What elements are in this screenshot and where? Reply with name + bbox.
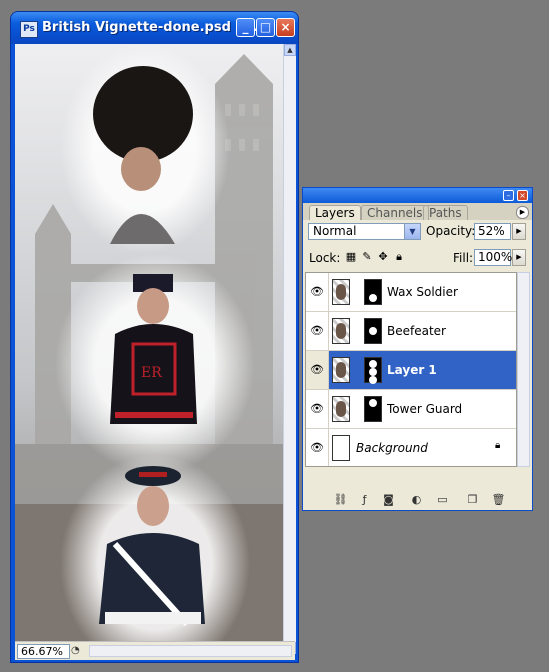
tab-paths[interactable]: Paths [423, 205, 468, 220]
layer-thumbnail [332, 318, 350, 344]
layer-thumbnail [332, 279, 350, 305]
document-title: British Vignette-done.psd @... [42, 20, 264, 35]
tab-layers[interactable]: Layers [309, 205, 361, 220]
lock-transparency-icon[interactable]: ▦ [345, 250, 357, 263]
lock-image-icon[interactable]: ✎ [361, 250, 373, 263]
palette-tabs: Layers Channels Paths ▶ [303, 203, 532, 220]
close-icon: × [280, 20, 291, 34]
adjustment-layer-icon[interactable]: ◐ [409, 493, 424, 507]
maximize-button[interactable]: □ [256, 18, 275, 37]
image-canvas[interactable]: ER [15, 44, 283, 654]
horizontal-scrollbar[interactable] [89, 645, 292, 657]
layer-name: Wax Soldier [387, 285, 458, 299]
new-group-icon[interactable]: ▭ [435, 493, 450, 507]
layer-name: Tower Guard [387, 402, 463, 416]
blend-mode-value: Normal [313, 224, 357, 238]
photoshop-app-icon[interactable]: Ps [20, 21, 38, 38]
layer-mask-thumbnail[interactable] [364, 279, 382, 305]
trash-icon[interactable]: 🗑︎ [491, 493, 506, 507]
palette-menu-icon[interactable]: ▶ [516, 206, 529, 219]
opacity-slider-button[interactable]: ▶ [512, 223, 526, 240]
document-title-bar[interactable]: Ps British Vignette-done.psd @... _ □ × [11, 12, 298, 44]
layer-thumbnail [332, 396, 350, 422]
eye-icon[interactable]: 👁︎ [306, 273, 329, 311]
status-bar: 66.67% ◔ [15, 641, 295, 660]
layer-name: Layer 1 [387, 363, 437, 377]
layer-row-layer-1[interactable]: 👁︎ Layer 1 [306, 351, 516, 390]
scroll-up-icon[interactable]: ▲ [284, 44, 296, 56]
layer-name: Beefeater [387, 324, 446, 338]
maximize-icon: □ [259, 20, 272, 34]
lock-icon: 🔒︎ [495, 440, 501, 451]
status-menu-icon[interactable]: ◔ [71, 644, 85, 657]
eye-icon[interactable]: 👁︎ [306, 390, 329, 428]
opacity-label: Opacity: [426, 224, 476, 238]
close-button[interactable]: × [276, 18, 295, 37]
layer-mask-thumbnail[interactable] [364, 396, 382, 422]
add-mask-icon[interactable]: ◙ [381, 493, 396, 507]
vignette-composite-image: ER [15, 44, 283, 654]
opacity-field[interactable]: 52% [474, 223, 511, 240]
layer-row-wax-soldier[interactable]: 👁︎ Wax Soldier [306, 273, 516, 312]
minimize-button[interactable]: _ [236, 18, 255, 37]
layer-row-background[interactable]: 👁︎ Background 🔒︎ [306, 429, 516, 466]
palette-close-icon[interactable]: × [517, 190, 528, 201]
layer-name: Background [356, 441, 428, 455]
eye-icon[interactable]: 👁︎ [306, 351, 329, 389]
layer-thumbnail [332, 435, 350, 461]
link-icon[interactable]: ⛓ [333, 493, 348, 507]
svg-text:ER: ER [141, 365, 162, 381]
layer-row-tower-guard[interactable]: 👁︎ Tower Guard [306, 390, 516, 429]
tab-channels[interactable]: Channels [361, 205, 429, 220]
lock-position-icon[interactable]: ✥ [377, 250, 389, 263]
palette-bottom-toolbar: ⛓ ƒ ◙ ◐ ▭ ❐ 🗑︎ [305, 492, 530, 508]
palette-title-bar[interactable]: – × [303, 188, 532, 203]
layer-list: 👁︎ Wax Soldier 👁︎ Beefeater 👁︎ Layer 1 👁… [305, 272, 517, 467]
palette-minimize-icon[interactable]: – [503, 190, 514, 201]
lock-all-icon[interactable]: 🔒︎ [393, 250, 405, 263]
layer-thumbnail [332, 357, 350, 383]
fill-field[interactable]: 100% [474, 249, 512, 266]
document-window: Ps British Vignette-done.psd @... _ □ × [11, 12, 298, 662]
lock-label: Lock: [309, 251, 341, 265]
eye-icon[interactable]: 👁︎ [306, 429, 329, 466]
layers-palette: – × Layers Channels Paths ▶ Normal ▼ Opa… [302, 187, 533, 511]
layer-style-icon[interactable]: ƒ [357, 493, 372, 507]
blend-mode-select[interactable]: Normal ▼ [308, 223, 421, 240]
minimize-icon: _ [242, 20, 249, 34]
layer-mask-thumbnail[interactable] [364, 357, 382, 384]
fill-slider-button[interactable]: ▶ [512, 249, 526, 266]
layer-row-beefeater[interactable]: 👁︎ Beefeater [306, 312, 516, 351]
layer-list-scrollbar[interactable] [517, 272, 530, 467]
eye-icon[interactable]: 👁︎ [306, 312, 329, 350]
vertical-scrollbar[interactable]: ▲ ▼ [283, 44, 296, 654]
fill-label: Fill: [453, 251, 474, 265]
chevron-down-icon[interactable]: ▼ [404, 224, 420, 239]
new-layer-icon[interactable]: ❐ [465, 493, 480, 507]
zoom-level-field[interactable]: 66.67% [17, 644, 70, 659]
layer-mask-thumbnail[interactable] [364, 318, 382, 344]
